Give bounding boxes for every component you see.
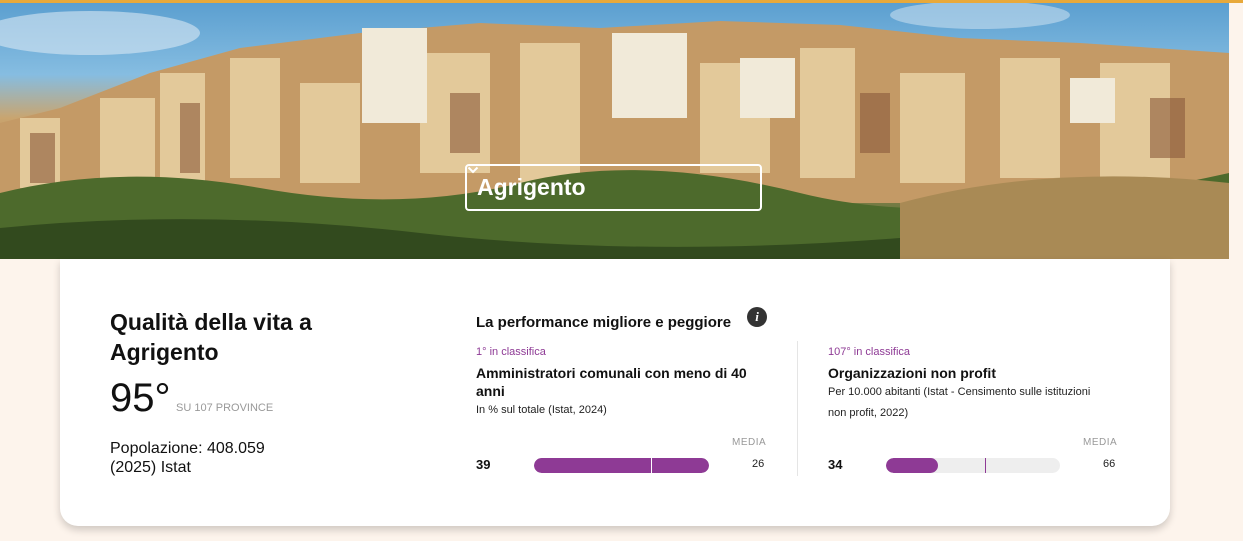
province-select-value: Agrigento <box>477 174 586 200</box>
worst-average-value: 66 <box>1103 458 1116 470</box>
overall-rank: 95° <box>110 376 171 420</box>
city-skyline-illustration <box>0 3 1229 259</box>
best-rank-label: 1° in classifica <box>476 346 546 358</box>
best-indicator-name: Amministratori comunali con meno di 40 a… <box>476 365 747 399</box>
population-label: Popolazione: 408.059 (2025) Istat <box>110 440 265 476</box>
column-divider <box>797 341 798 476</box>
worst-average-marker <box>985 458 987 473</box>
worst-progress-fill <box>886 458 939 473</box>
quality-of-life-card: Qualità della vita a Agrigento 95° SU 10… <box>60 259 1170 526</box>
best-indicator-description: In % sul totale (Istat, 2024) <box>476 404 607 416</box>
best-progress-bar <box>534 458 709 473</box>
province-select[interactable]: Agrigento <box>465 164 762 211</box>
info-icon[interactable]: i <box>747 307 767 327</box>
best-average-value: 26 <box>752 458 765 470</box>
performance-heading: La performance migliore e peggiore <box>476 314 732 331</box>
worst-rank-label: 107° in classifica <box>828 346 911 358</box>
worst-value: 34 <box>828 457 843 472</box>
worst-indicator-description: Per 10.000 abitanti (Istat - Censimento … <box>828 386 1091 419</box>
quality-of-life-title: Qualità della vita a Agrigento <box>110 309 312 365</box>
best-value: 39 <box>476 457 491 472</box>
best-media-label: MEDIA <box>732 437 767 448</box>
worst-progress-bar <box>886 458 1060 473</box>
worst-media-label: MEDIA <box>1083 437 1118 448</box>
city-hero-image: Agrigento <box>0 3 1229 259</box>
rank-out-of-label: SU 107 PROVINCE <box>176 402 274 414</box>
worst-indicator-name: Organizzazioni non profit <box>828 365 996 381</box>
best-progress-fill <box>534 458 709 473</box>
best-average-marker <box>651 458 653 473</box>
